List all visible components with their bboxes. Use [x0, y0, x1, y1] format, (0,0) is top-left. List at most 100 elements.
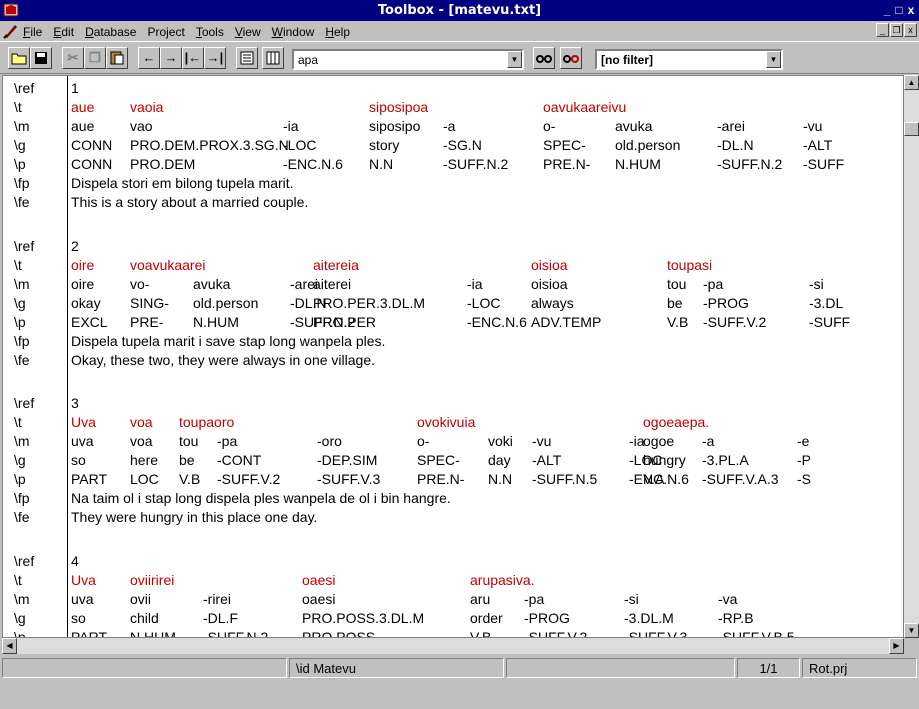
field-row-fp[interactable]: \fp Na taim ol i stap long dispela ples w… — [3, 488, 903, 507]
field-row-p[interactable]: \p CONN PRO.DEM -ENC.N.6 N.N -SUFF.N.2 PRE.N- N… — [3, 154, 903, 173]
field-row-g[interactable]: \g so here be -CONT -DEP.SIM SPEC-day -ALT -LOC h… — [3, 450, 903, 469]
cut-icon[interactable]: ✂ — [62, 47, 84, 69]
horizontal-scrollbar[interactable]: ◀ ▶ — [2, 638, 904, 654]
gloss-word: -LOC — [283, 137, 317, 153]
browse-view-icon[interactable] — [236, 47, 258, 69]
first-record-icon[interactable]: |← — [182, 47, 204, 69]
field-row-p[interactable]: \p PART N.HUM -SUFF.N.2 PRO.POSS V.B -SUFF.V.2… — [3, 627, 903, 638]
field-row-fe[interactable]: \fe Okay, these two, they were always in … — [3, 350, 903, 369]
scroll-up-icon[interactable]: ▲ — [904, 75, 919, 90]
gloss-word: N.HUM — [615, 156, 661, 172]
gloss-word: oire — [71, 276, 95, 292]
doc-minimize-button[interactable]: _ — [876, 23, 889, 37]
gloss-word: PRO.DEM — [130, 156, 196, 172]
gloss-word: oaesi — [302, 572, 336, 588]
field-row-t[interactable]: \t aue vaoia siposipoa oavukaareivu — [3, 97, 903, 116]
gloss-word: always — [531, 295, 574, 311]
field-row-m[interactable]: \m aue vao -ia siposipo -a o-avuka -arei -vu — [3, 116, 903, 135]
menu-view[interactable]: View — [235, 25, 261, 39]
gloss-word: Uva — [71, 414, 96, 430]
field-row-t[interactable]: \t Uva oviirirei oaesi arupasiva. — [3, 570, 903, 589]
split-view-icon[interactable] — [262, 47, 284, 69]
doc-close-button[interactable]: x — [904, 23, 917, 37]
field-row-fe[interactable]: \fe This is a story about a married coupl… — [3, 192, 903, 211]
gloss-word: CONN — [71, 156, 113, 172]
field-row-m[interactable]: \m oire vo-avuka -arei aiterei -ia oisioa tou -p… — [3, 274, 903, 293]
field-marker: \fp — [14, 175, 30, 191]
gloss-word: -ENC.N.6 — [467, 314, 527, 330]
field-row-fe[interactable]: \fe They were hungry in this place one da… — [3, 507, 903, 526]
field-row-m[interactable]: \m uva ovii -rirei oaesi aru -pa -si -va — [3, 589, 903, 608]
find-replace-icon[interactable] — [560, 47, 582, 69]
scroll-down-icon[interactable]: ▼ — [904, 623, 919, 638]
gloss-word: -SUFF.V.2 — [524, 629, 588, 638]
field-row-ref[interactable]: \ref 2 — [3, 236, 903, 255]
last-record-icon[interactable]: →| — [204, 47, 226, 69]
gloss-word: oisioa — [531, 257, 568, 273]
field-row-p[interactable]: \p PART LOC V.B -SUFF.V.2 -SUFF.V.3 PRE.N- N.N -… — [3, 469, 903, 488]
vertical-scroll-thumb[interactable] — [904, 122, 919, 136]
field-row-ref[interactable]: \ref 3 — [3, 393, 903, 412]
filter-combobox-value: [no filter] — [601, 53, 653, 67]
menu-window[interactable]: Window — [272, 25, 315, 39]
field-marker: \m — [14, 433, 30, 449]
field-row-g[interactable]: \g okay SING-old.person -DL.N PRO.PER.3.DL.M… — [3, 293, 903, 312]
field-row-ref[interactable]: \ref 4 — [3, 551, 903, 570]
menu-project[interactable]: Project — [147, 25, 184, 39]
chevron-down-icon[interactable]: ▼ — [507, 51, 522, 68]
document-quill-icon[interactable] — [3, 23, 19, 39]
copy-icon[interactable]: ❐ — [84, 47, 106, 69]
gloss-word: ovii — [130, 591, 152, 607]
gloss-word: -ALT — [532, 452, 562, 468]
gloss-word: -SUFF.V.3 — [317, 471, 381, 487]
menu-help[interactable]: Help — [325, 25, 350, 39]
menu-database[interactable]: Database — [85, 25, 136, 39]
field-marker: \ref — [14, 238, 35, 254]
field-marker: \fe — [14, 194, 30, 210]
gloss-word: -DL.N — [717, 137, 754, 153]
prev-record-icon[interactable]: ← — [138, 47, 160, 69]
gloss-word: LOC — [130, 471, 159, 487]
field-row-p[interactable]: \p EXCL PRE- N.HUM -SUFF.N.2 PRO.PER -ENC.N.6 A… — [3, 312, 903, 331]
open-folder-icon[interactable] — [8, 47, 30, 69]
scroll-left-icon[interactable]: ◀ — [2, 638, 17, 654]
field-row-m[interactable]: \m uva voa tou -pa -oro o-voki -vu -ia ogoe -a -e — [3, 431, 903, 450]
free-translation: This is a story about a married couple. — [71, 194, 309, 210]
gloss-word: tou — [179, 433, 199, 449]
title-bar: Toolbox - [matevu.txt] _ □ x — [0, 0, 919, 21]
field-marker: \t — [14, 99, 22, 115]
field-row-fp[interactable]: \fp Dispela stori em bilong tupela marit. — [3, 173, 903, 192]
field-row-ref[interactable]: \ref 1 — [3, 78, 903, 97]
menu-file[interactable]: File — [23, 25, 42, 39]
vertical-scrollbar[interactable]: ▲ ▼ — [904, 75, 919, 638]
gloss-word: ogoeaepa. — [643, 414, 710, 430]
scroll-right-icon[interactable]: ▶ — [889, 638, 904, 654]
field-row-t[interactable]: \t Uva voa toupaoro ovokivuia ogoeaepa. — [3, 412, 903, 431]
minimize-button[interactable]: _ — [881, 2, 893, 18]
menu-edit[interactable]: Edit — [53, 25, 74, 39]
field-row-fp[interactable]: \fp Dispela tupela marit i save stap long… — [3, 331, 903, 350]
gloss-word: be — [179, 452, 195, 468]
chevron-down-icon[interactable]: ▼ — [766, 51, 781, 68]
find-icon[interactable] — [533, 47, 555, 69]
gloss-word: story — [369, 137, 400, 153]
gloss-word: -pa — [217, 433, 238, 449]
save-icon[interactable] — [30, 47, 52, 69]
maximize-button[interactable]: □ — [893, 2, 905, 18]
close-button[interactable]: x — [905, 2, 917, 18]
doc-restore-button[interactable]: ❐ — [890, 23, 903, 37]
field-marker: \m — [14, 118, 30, 134]
paste-icon[interactable] — [106, 47, 128, 69]
gloss-word: vao — [130, 118, 153, 134]
field-row-t[interactable]: \t oire voavukaarei aitereia oisioa toupasi — [3, 255, 903, 274]
next-record-icon[interactable]: → — [160, 47, 182, 69]
search-combobox[interactable]: apa ▼ — [292, 49, 524, 70]
gloss-word: -vu — [803, 118, 823, 134]
gloss-word: -DL.F — [203, 610, 238, 626]
field-row-g[interactable]: \g so child -DL.F PRO.POSS.3.DL.M order -PROG -… — [3, 608, 903, 627]
filter-combobox[interactable]: [no filter] ▼ — [595, 49, 783, 70]
interlinear-text-view[interactable]: \ref 1 \t aue vaoia siposipoa oavukaareivu \m au… — [2, 75, 904, 638]
gloss-word: V.B — [470, 629, 492, 638]
menu-tools[interactable]: Tools — [196, 25, 224, 39]
field-row-g[interactable]: \g CONN PRO.DEM.PROX.3.SG.N -LOC story -SG.N S… — [3, 135, 903, 154]
